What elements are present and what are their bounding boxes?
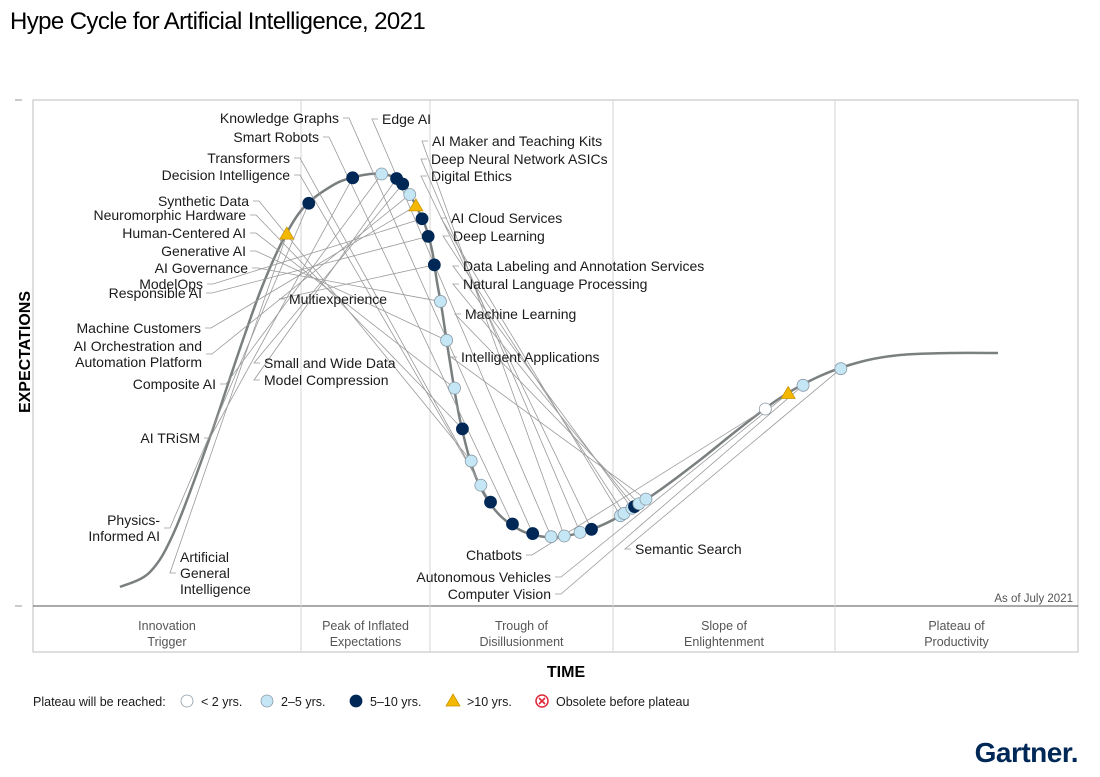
tech-label: Natural Language Processing	[463, 276, 647, 292]
tech-label: Responsible AI	[109, 285, 202, 301]
tech-label: Small and Wide Data	[264, 355, 396, 371]
tech-label: AI TRiSM	[140, 430, 200, 446]
tech-marker-circle	[302, 196, 316, 210]
tech-marker-circle	[758, 402, 772, 416]
phase-label: Plateau of Productivity	[924, 619, 989, 649]
tech-label: Deep Neural Network ASICs	[431, 151, 608, 167]
legend-label: >10 yrs.	[467, 695, 512, 709]
tech-marker-circle	[573, 525, 587, 539]
tech-label: Synthetic Data	[158, 193, 249, 209]
phase-label: Trough of Disillusionment	[479, 619, 564, 649]
tech-label: Computer Vision	[448, 586, 551, 602]
tech-marker-circle	[484, 495, 497, 509]
hype-cycle-chart: Innovation Trigger Peak of Inflated Expecta…	[15, 99, 1079, 709]
legend-label: 5–10 yrs.	[370, 695, 421, 709]
tech-marker-circle	[396, 177, 410, 191]
leader-line	[452, 265, 633, 509]
leader-line	[623, 368, 842, 550]
tech-label: Generative AI	[161, 243, 246, 259]
tech-label: Digital Ethics	[431, 168, 512, 184]
legend-marker	[349, 694, 363, 708]
tech-marker-circle	[421, 229, 435, 243]
tech-label: Intelligent Applications	[461, 349, 600, 365]
tech-label: Knowledge Graphs	[220, 110, 339, 126]
tech-marker-circle	[434, 295, 447, 308]
legend-marker	[180, 694, 194, 708]
legend-label: Obsolete before plateau	[556, 695, 689, 709]
tech-marker-circle	[456, 422, 469, 436]
phase-labels: Innovation Trigger Peak of Inflated Expecta…	[138, 619, 989, 649]
leader-line	[294, 157, 482, 486]
leader-line	[253, 183, 404, 364]
leader-line	[454, 313, 640, 504]
leader-line	[449, 356, 647, 500]
tech-label: Neuromorphic Hardware	[93, 207, 246, 223]
tech-marker-circle	[440, 333, 454, 347]
tech-marker-circle	[403, 188, 417, 201]
legend-marker	[445, 693, 461, 707]
hype-curve	[119, 172, 999, 589]
tech-marker-circle	[448, 381, 461, 395]
tech-label: Semantic Search	[635, 541, 742, 557]
gartner-logo: Gartner.	[974, 737, 1079, 768]
tech-marker-circle	[415, 212, 429, 226]
tech-label: Physics-Informed AI	[88, 512, 160, 544]
tech-label: Chatbots	[466, 547, 522, 563]
tech-label: Edge AI	[382, 111, 431, 127]
legend-title: Plateau will be reached:	[33, 695, 166, 709]
leader-line	[323, 136, 513, 525]
tech-label: Smart Robots	[233, 129, 319, 145]
tech-marker-circle	[834, 362, 848, 376]
tech-marker-circle	[585, 522, 598, 536]
tech-label: Autonomous Vehicles	[416, 569, 551, 585]
tech-label: AI Cloud Services	[451, 210, 562, 226]
tech-label: Human-Centered AI	[122, 225, 246, 241]
leader-line	[253, 178, 397, 381]
tech-label: Machine Learning	[465, 306, 576, 322]
legend-marker	[260, 694, 274, 708]
tech-label: Model Compression	[264, 372, 389, 388]
tech-marker-circle	[544, 530, 558, 544]
tech-label: AI Orchestration and Automation Platform	[74, 338, 202, 370]
tech-marker-circle	[427, 258, 441, 272]
tech-label: Multiexperience	[289, 291, 387, 307]
tech-label: Decision Intelligence	[162, 167, 291, 183]
tech-marker-circle	[526, 527, 540, 540]
legend-label: < 2 yrs.	[201, 695, 242, 709]
tech-marker-circle	[346, 171, 360, 185]
x-axis-label: TIME	[547, 664, 586, 681]
legend-label: 2–5 yrs.	[281, 695, 325, 709]
tech-marker-circle	[506, 517, 519, 531]
phase-label: Slope of Enlightenment	[684, 619, 764, 649]
tech-marker-circle	[796, 378, 810, 392]
tech-label: AI Maker and Teaching Kits	[432, 133, 602, 149]
tech-label: AI Governance	[155, 260, 249, 276]
tech-label: Machine Customers	[77, 320, 202, 336]
tech-marker-circle	[474, 478, 488, 492]
phase-label: Peak of Inflated Expectations	[322, 619, 409, 649]
tech-label: Transformers	[207, 150, 290, 166]
tech-label: Artificial General Intelligence	[180, 549, 251, 597]
tech-marker-circle	[557, 529, 571, 543]
phase-label: Innovation Trigger	[138, 619, 196, 649]
tech-marker-circle	[375, 167, 389, 181]
tech-label: Deep Learning	[453, 228, 545, 244]
tech-label: Data Labeling and Annotation Services	[463, 258, 704, 274]
leader-line	[555, 385, 804, 595]
tech-marker-triangle	[780, 385, 796, 399]
tech-label: Composite AI	[133, 376, 216, 392]
tech-marker-circle	[639, 492, 653, 506]
as-of-note: As of July 2021	[994, 593, 1073, 605]
hype-curve-line	[119, 172, 999, 589]
leader-line	[253, 200, 472, 462]
y-axis-label: EXPECTATIONS	[17, 291, 34, 413]
legend: Plateau will be reached: < 2 yrs. 2–5 yrs.…	[33, 693, 689, 709]
tech-marker-circle	[464, 454, 478, 468]
